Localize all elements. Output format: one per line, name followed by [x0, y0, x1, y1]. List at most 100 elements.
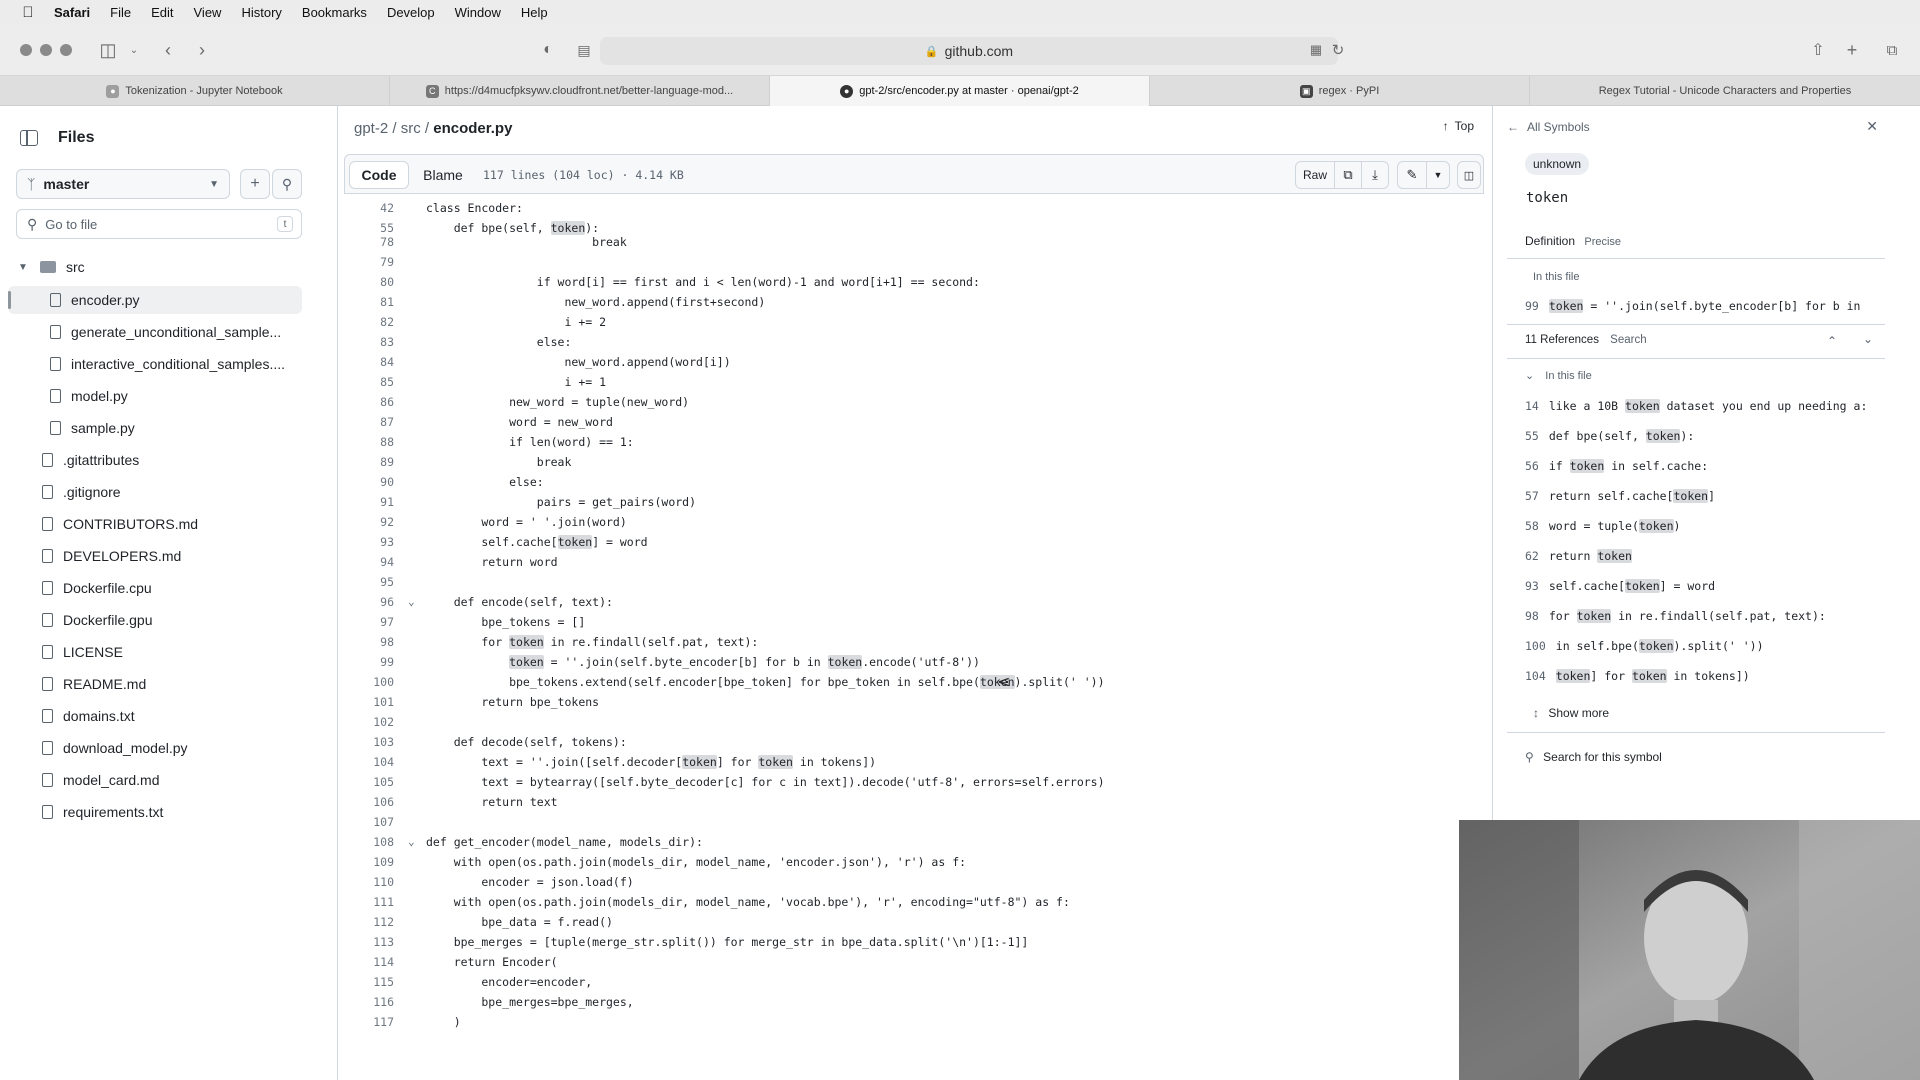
definition-tab[interactable]: Definition Precise	[1525, 234, 1621, 248]
add-file-button[interactable]: +	[240, 169, 270, 199]
line-number[interactable]: 89	[344, 452, 394, 472]
collapse-sidebar-icon[interactable]	[20, 130, 38, 146]
tree-file[interactable]: CONTRIBUTORS.md	[8, 510, 302, 538]
symbol-highlight[interactable]: token	[1625, 399, 1660, 413]
line-number[interactable]: 104	[344, 752, 394, 772]
line-number[interactable]: 83	[344, 332, 394, 352]
line-number[interactable]: 101	[344, 692, 394, 712]
menu-help[interactable]: Help	[521, 5, 548, 20]
reader-icon[interactable]: ▤	[572, 38, 596, 62]
line-number[interactable]: 84	[344, 352, 394, 372]
symbol-highlight[interactable]: token	[827, 655, 863, 669]
line-number[interactable]: 82	[344, 312, 394, 332]
close-icon[interactable]: ✕	[1866, 118, 1878, 135]
tree-file[interactable]: LICENSE	[8, 638, 302, 666]
tree-file[interactable]: sample.py	[8, 414, 302, 442]
show-more-button[interactable]: ↕ Show more	[1533, 706, 1609, 720]
reference-item[interactable]: 100 in self.bpe(token).split(' '))	[1525, 636, 1885, 656]
line-number[interactable]: 80	[344, 272, 394, 292]
line-number[interactable]: 109	[344, 852, 394, 872]
tab-jupyter[interactable]: ● Tokenization - Jupyter Notebook	[0, 76, 390, 106]
symbol-highlight[interactable]: token	[1569, 459, 1605, 473]
forward-icon[interactable]: ›	[190, 38, 214, 62]
definition-line[interactable]: 99 token = ''.join(self.byte_encoder[b] f…	[1525, 296, 1885, 316]
tree-file[interactable]: Dockerfile.cpu	[8, 574, 302, 602]
copy-icon[interactable]: ⧉	[1334, 161, 1362, 189]
share-icon[interactable]: ⇧	[1806, 38, 1830, 62]
tree-file[interactable]: .gitignore	[8, 478, 302, 506]
tree-file[interactable]: download_model.py	[8, 734, 302, 762]
translate-icon[interactable]: ▦	[1304, 38, 1328, 62]
reference-item[interactable]: 62 return token	[1525, 546, 1885, 566]
symbol-highlight[interactable]: token	[509, 655, 544, 669]
line-number[interactable]: 93	[344, 532, 394, 552]
line-number[interactable]: 111	[344, 892, 394, 912]
zoom-window-button[interactable]	[60, 44, 72, 56]
privacy-report-icon[interactable]: ◐	[536, 38, 560, 62]
tree-file[interactable]: generate_unconditional_sample...	[8, 318, 302, 346]
symbol-highlight[interactable]: token	[509, 635, 544, 649]
fold-chevron-icon[interactable]: ⌄	[408, 592, 415, 612]
line-number[interactable]: 107	[344, 812, 394, 832]
edit-pencil-icon[interactable]: ✎	[1397, 161, 1427, 189]
line-number[interactable]: 105	[344, 772, 394, 792]
tree-file[interactable]: model_card.md	[8, 766, 302, 794]
tree-file[interactable]: README.md	[8, 670, 302, 698]
new-tab-icon[interactable]: +	[1840, 38, 1864, 62]
menu-window[interactable]: Window	[455, 5, 501, 20]
branch-selector[interactable]: ᛉ master ▼	[16, 169, 230, 199]
caret-down-icon[interactable]: ▼	[1426, 161, 1450, 189]
symbol-highlight[interactable]: token	[1638, 519, 1674, 533]
tab-overview-icon[interactable]: ⧉	[1880, 38, 1904, 62]
line-number[interactable]: 81	[344, 292, 394, 312]
tab-blame[interactable]: Blame	[415, 161, 471, 189]
line-number[interactable]: 90	[344, 472, 394, 492]
fold-chevron-icon[interactable]: ⌄	[408, 832, 415, 852]
tree-file[interactable]: DEVELOPERS.md	[8, 542, 302, 570]
tree-file[interactable]: interactive_conditional_samples....	[8, 350, 302, 378]
line-number[interactable]: 86	[344, 392, 394, 412]
line-number[interactable]: 95	[344, 572, 394, 592]
sidebar-toggle-icon[interactable]: ◫	[96, 38, 120, 62]
tree-file[interactable]: domains.txt	[8, 702, 302, 730]
reference-item[interactable]: 57 return self.cache[token]	[1525, 486, 1885, 506]
menu-file[interactable]: File	[110, 5, 131, 20]
line-number[interactable]: 42	[344, 198, 394, 218]
line-number[interactable]: 98	[344, 632, 394, 652]
reload-icon[interactable]: ↻	[1326, 38, 1350, 62]
tab-github[interactable]: ● gpt-2/src/encoder.py at master · opena…	[770, 76, 1150, 106]
go-to-file-input[interactable]: ⚲ Go to file t	[16, 209, 302, 239]
all-symbols-link[interactable]: ← All Symbols	[1507, 120, 1590, 134]
reference-item[interactable]: 56 if token in self.cache:	[1525, 456, 1885, 476]
line-number[interactable]: 114	[344, 952, 394, 972]
line-number[interactable]: 102	[344, 712, 394, 732]
tab-code[interactable]: Code	[349, 161, 409, 189]
line-number[interactable]: 92	[344, 512, 394, 532]
symbol-highlight[interactable]: token	[1631, 669, 1667, 683]
chevron-down-icon[interactable]: ⌄	[1863, 332, 1873, 346]
chevron-up-icon[interactable]: ⌃	[1827, 334, 1837, 348]
reference-item[interactable]: 58 word = tuple(token)	[1525, 516, 1885, 536]
line-number[interactable]: 78	[344, 232, 394, 252]
line-number[interactable]: 103	[344, 732, 394, 752]
menu-view[interactable]: View	[194, 5, 222, 20]
reference-item[interactable]: 14 like a 10B token dataset you end up ne…	[1525, 396, 1885, 416]
line-number[interactable]: 91	[344, 492, 394, 512]
reference-item[interactable]: 98 for token in re.findall(self.pat, text…	[1525, 606, 1885, 626]
line-number[interactable]: 115	[344, 972, 394, 992]
symbols-panel-icon[interactable]: ◫	[1457, 161, 1481, 189]
line-number[interactable]: 94	[344, 552, 394, 572]
line-number[interactable]: 87	[344, 412, 394, 432]
chevron-down-icon[interactable]: ⌄	[122, 38, 146, 62]
tab-cloudfront[interactable]: C https://d4mucfpksywv.cloudfront.net/be…	[390, 76, 770, 106]
symbol-highlight[interactable]: token	[1548, 299, 1584, 313]
symbol-highlight[interactable]: token	[1597, 549, 1632, 563]
line-number[interactable]: 116	[344, 992, 394, 1012]
symbol-highlight[interactable]: token	[758, 755, 793, 769]
symbol-highlight[interactable]: token	[557, 535, 593, 549]
symbol-highlight[interactable]: token	[682, 755, 717, 769]
line-number[interactable]: 110	[344, 872, 394, 892]
menu-edit[interactable]: Edit	[151, 5, 173, 20]
symbol-highlight[interactable]: token	[1555, 669, 1591, 683]
menu-develop[interactable]: Develop	[387, 5, 435, 20]
